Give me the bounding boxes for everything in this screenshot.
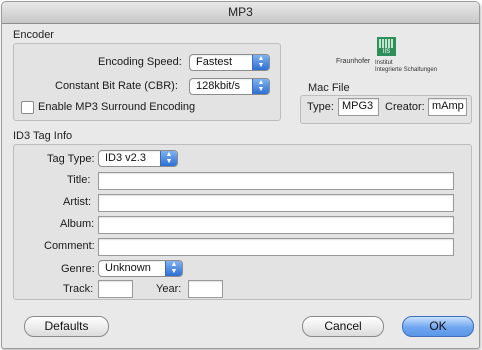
- creator-value: mAmp: [432, 100, 464, 112]
- encoding-speed-label: Encoding Speed:: [98, 56, 182, 68]
- genre-popup[interactable]: Unknown ▲ ▼: [98, 260, 183, 277]
- creator-label: Creator:: [385, 101, 425, 113]
- tag-type-value: ID3 v2.3: [105, 152, 146, 164]
- type-label: Type:: [307, 101, 334, 113]
- cancel-button[interactable]: Cancel: [302, 316, 384, 337]
- album-field[interactable]: [98, 216, 454, 234]
- type-field[interactable]: MPG3: [338, 98, 379, 116]
- album-label: Album:: [60, 218, 95, 230]
- encoding-speed-popup[interactable]: Fastest ▲ ▼: [189, 54, 270, 71]
- bit-rate-label: Constant Bit Rate (CBR):: [55, 80, 178, 92]
- defaults-button[interactable]: Defaults: [24, 316, 109, 337]
- tag-type-popup[interactable]: ID3 v2.3 ▲ ▼: [98, 150, 178, 167]
- genre-label: Genre:: [61, 263, 95, 275]
- bit-rate-popup[interactable]: 128kbit/s ▲ ▼: [189, 78, 270, 95]
- encoder-section-label: Encoder: [13, 29, 54, 41]
- year-field[interactable]: [188, 280, 223, 298]
- fraunhofer-iis-logo: IIS: [377, 37, 396, 56]
- comment-label: Comment:: [44, 240, 95, 252]
- logo-badge-text: IIS: [382, 49, 391, 55]
- artist-label: Artist:: [63, 196, 92, 208]
- id3-section-label: ID3 Tag Info: [13, 130, 73, 142]
- tag-type-label: Tag Type:: [47, 153, 95, 165]
- year-label: Year:: [156, 283, 182, 295]
- type-value: MPG3: [342, 100, 374, 112]
- track-field[interactable]: [98, 280, 133, 298]
- surround-label[interactable]: Enable MP3 Surround Encoding: [38, 101, 195, 113]
- logo-line1: Institut: [375, 60, 393, 66]
- comment-field[interactable]: [98, 238, 454, 256]
- mp3-dialog-window: MP3 Encoder Encoding Speed: Fastest ▲ ▼ C…: [1, 1, 480, 349]
- popup-arrows-icon: ▲ ▼: [252, 55, 269, 70]
- track-label: Track:: [63, 283, 94, 295]
- title-field[interactable]: [98, 172, 454, 190]
- ok-button[interactable]: OK: [402, 316, 474, 337]
- mac-file-section-label: Mac File: [308, 82, 350, 94]
- popup-arrows-icon: ▲ ▼: [165, 261, 182, 276]
- encoding-speed-value: Fastest: [196, 56, 233, 68]
- logo-line2: Integrierte Schaltungen: [375, 67, 438, 73]
- window-title: MP3: [2, 2, 479, 24]
- logo-grid-icon: [379, 39, 394, 48]
- popup-arrows-icon: ▲ ▼: [252, 79, 269, 94]
- popup-arrows-icon: ▲ ▼: [160, 151, 177, 166]
- creator-field[interactable]: mAmp: [428, 98, 467, 116]
- bit-rate-value: 128kbit/s: [196, 80, 241, 92]
- genre-value: Unknown: [105, 262, 151, 274]
- title-label: Title:: [67, 174, 91, 186]
- surround-checkbox[interactable]: [21, 101, 34, 114]
- artist-field[interactable]: [98, 194, 454, 212]
- logo-name: Fraunhofer: [336, 58, 371, 65]
